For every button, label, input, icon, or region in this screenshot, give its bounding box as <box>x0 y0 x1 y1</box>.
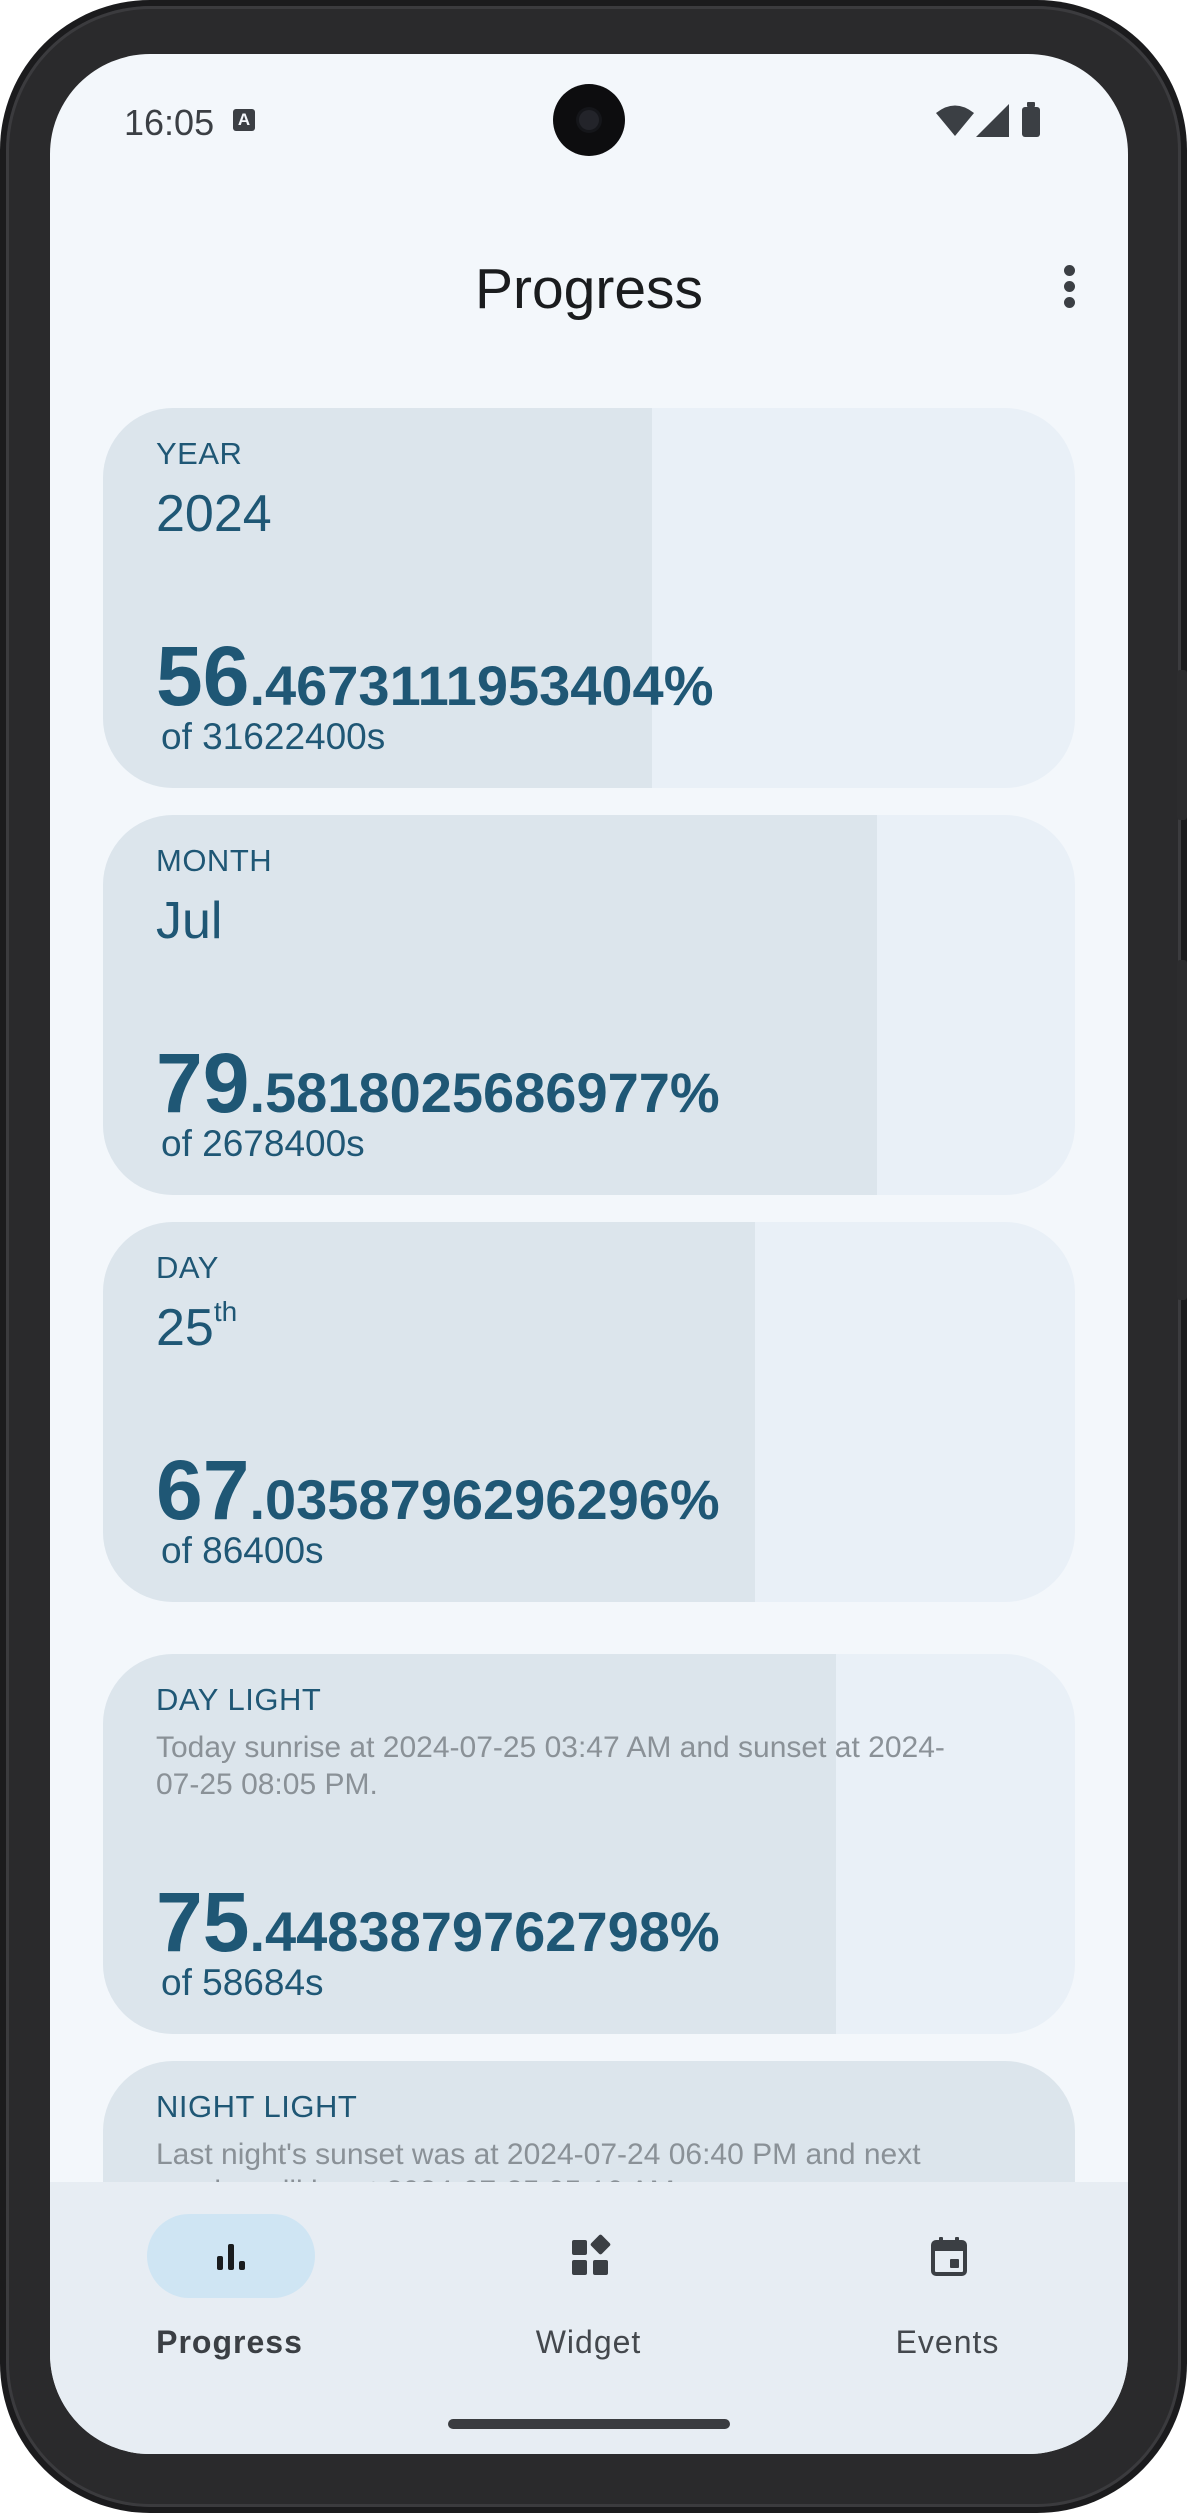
front-camera <box>553 84 625 156</box>
day-number: 25 <box>156 1299 214 1357</box>
month-card[interactable]: MONTH Jul 79.5818025686977% of 2678400s <box>103 815 1075 1195</box>
percent-decimal: .4673111953404% <box>249 654 714 717</box>
card-label: DAY LIGHT <box>156 1682 322 1717</box>
nav-item-widget[interactable]: Widget <box>409 2182 768 2362</box>
total-seconds: of 31622400s <box>161 716 386 757</box>
nav-label: Progress <box>156 2324 303 2360</box>
card-value: 25th <box>156 1296 238 1358</box>
page-title: Progress <box>474 257 704 321</box>
card-value: 2024 <box>156 485 272 543</box>
bottom-navigation: Progress Widget Events <box>50 2182 1128 2454</box>
percent-value: 75.4483879762798% <box>156 1874 720 1971</box>
volume-button <box>1177 960 1187 1300</box>
nav-item-events[interactable]: Events <box>768 2182 1127 2362</box>
calendar-icon <box>931 2237 967 2276</box>
card-label: NIGHT LIGHT <box>156 2089 358 2124</box>
status-bar: 16:05 A <box>50 54 1128 184</box>
day-card[interactable]: DAY 25th 67.0358796296296% of 86400s <box>103 1222 1075 1602</box>
signal-icon <box>976 104 1009 137</box>
power-button <box>1177 670 1187 820</box>
card-description: Today sunrise at 2024-07-25 03:47 AM and… <box>156 1731 945 1801</box>
percent-value: 67.0358796296296% <box>156 1442 720 1539</box>
bar-chart-icon <box>217 2244 245 2270</box>
percent-integer: 75 <box>156 1875 250 1969</box>
more-vert-icon[interactable] <box>1044 260 1094 320</box>
card-value: Jul <box>156 892 223 950</box>
percent-integer: 67 <box>156 1443 250 1537</box>
daylight-card[interactable]: DAY LIGHT Today sunrise at 2024-07-25 03… <box>103 1654 1075 2034</box>
percent-integer: 56 <box>156 629 250 723</box>
wifi-icon <box>936 105 974 136</box>
percent-decimal: .4483879762798% <box>249 1900 720 1963</box>
percent-value: 79.5818025686977% <box>156 1035 720 1132</box>
nav-label: Events <box>895 2324 1000 2360</box>
card-label: YEAR <box>156 436 243 471</box>
nav-item-progress[interactable]: Progress <box>50 2182 409 2362</box>
card-label: DAY <box>156 1250 219 1285</box>
year-card[interactable]: YEAR 2024 56.4673111953404% of 31622400s <box>103 408 1075 788</box>
notification-icon: A <box>233 109 255 131</box>
total-seconds: of 58684s <box>161 1962 324 2003</box>
status-time: 16:05 <box>124 102 215 143</box>
total-seconds: of 2678400s <box>161 1123 365 1164</box>
screen: 16:05 A Progress YEAR 2024 56.4673111953… <box>50 54 1128 2454</box>
percent-decimal: .5818025686977% <box>249 1061 720 1124</box>
nav-label: Widget <box>535 2324 642 2360</box>
status-icons <box>936 102 1056 138</box>
home-indicator[interactable] <box>448 2419 730 2429</box>
total-seconds: of 86400s <box>161 1530 324 1571</box>
percent-integer: 79 <box>156 1036 250 1130</box>
widgets-icon <box>572 2234 611 2275</box>
phone-frame: 16:05 A Progress YEAR 2024 56.4673111953… <box>0 0 1187 2513</box>
percent-value: 56.4673111953404% <box>156 628 714 725</box>
ordinal-suffix: th <box>213 1296 238 1327</box>
card-label: MONTH <box>156 843 273 878</box>
battery-icon <box>1022 102 1040 137</box>
app-bar: Progress <box>50 234 1128 344</box>
percent-decimal: .0358796296296% <box>249 1468 720 1531</box>
